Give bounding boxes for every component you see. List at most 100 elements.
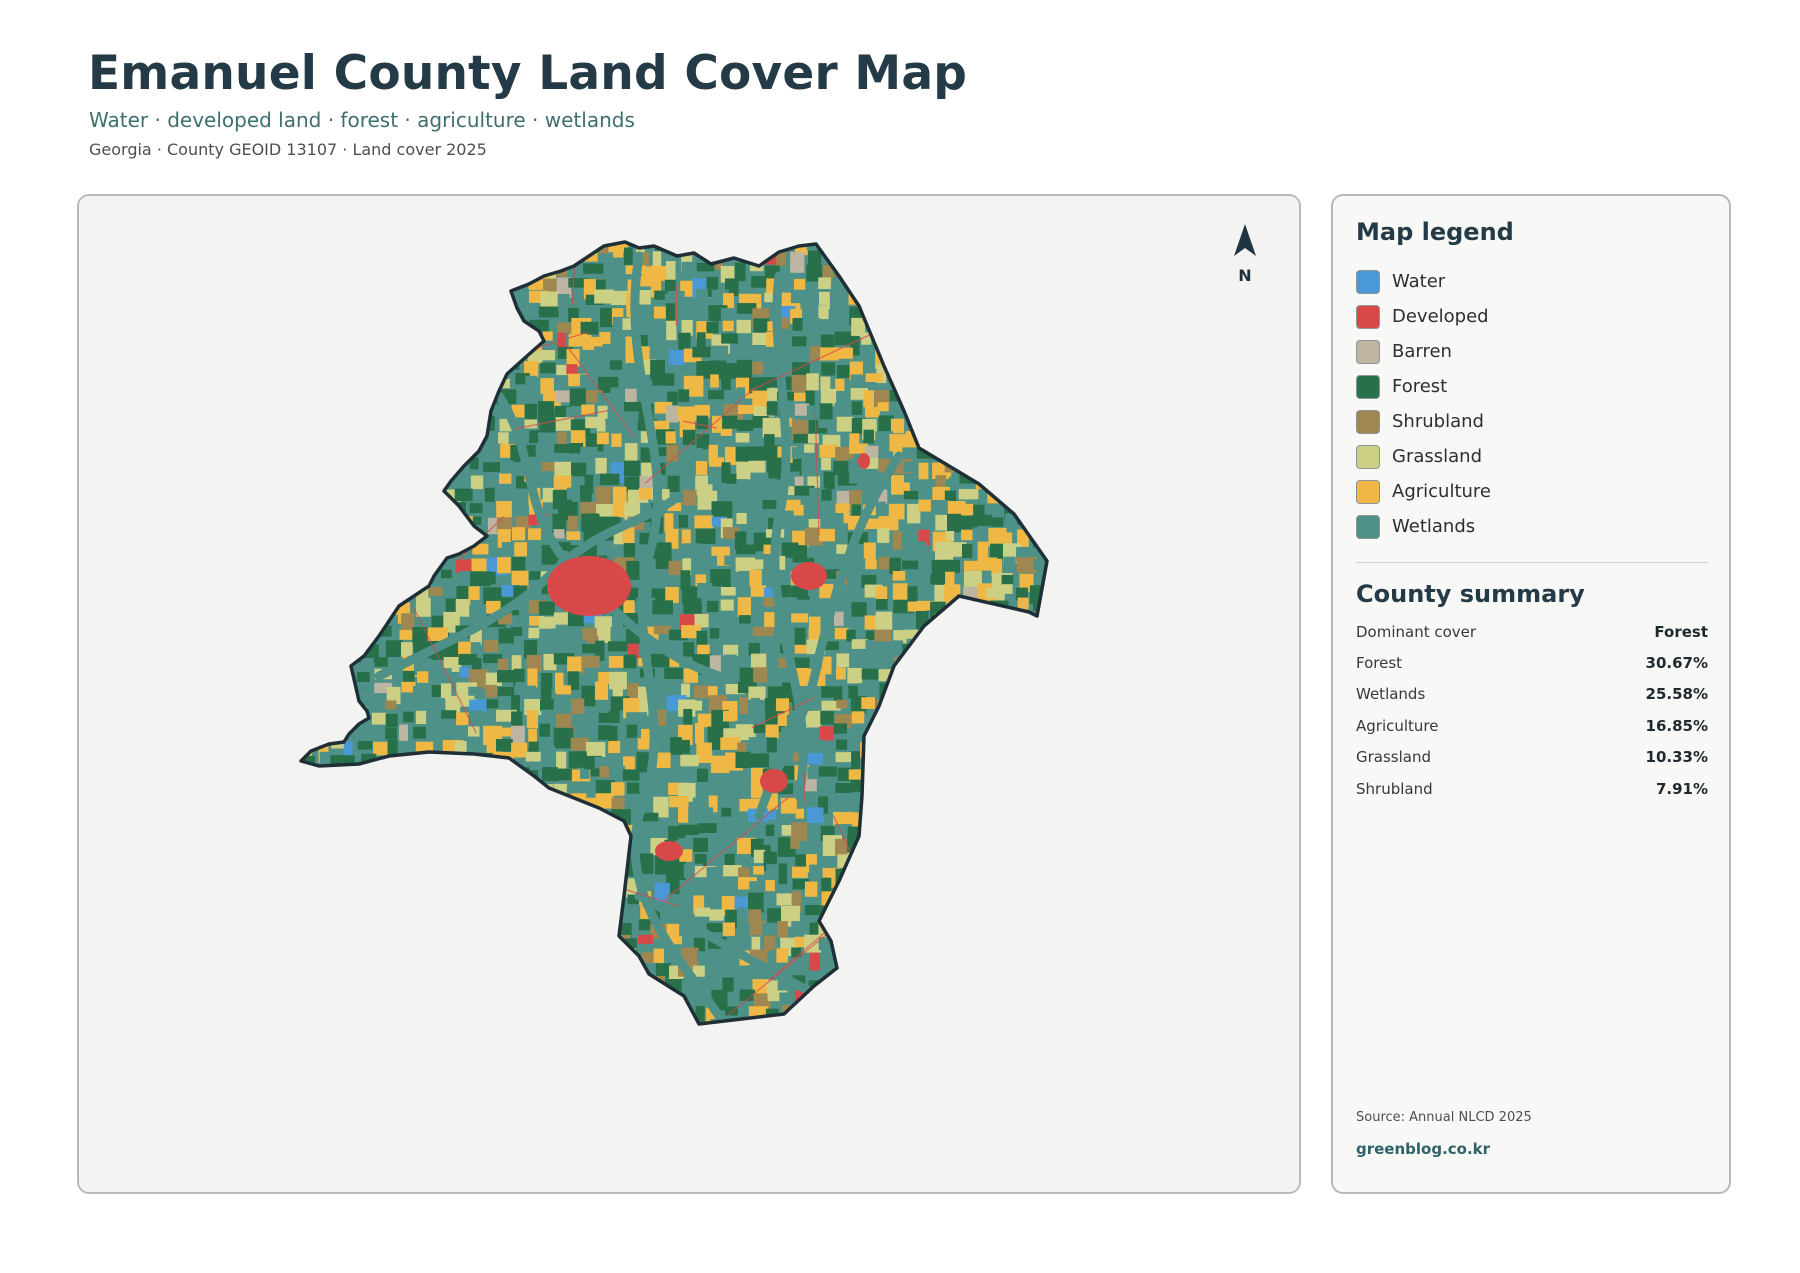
land-cover-cell (497, 670, 515, 683)
land-cover-cell (903, 490, 919, 500)
land-cover-cell (540, 681, 552, 703)
land-cover-cell (553, 695, 569, 714)
county-map[interactable] (79, 196, 1299, 1192)
land-cover-cell (849, 472, 864, 484)
land-cover-cell (762, 500, 777, 510)
land-cover-cell (861, 697, 875, 709)
land-cover-cell (599, 332, 612, 344)
land-cover-cell (1001, 575, 1014, 585)
land-cover-cell (678, 514, 688, 528)
land-cover-cell (499, 473, 512, 484)
land-cover-cell (454, 488, 473, 502)
land-cover-cell (610, 419, 624, 432)
land-cover-cell (638, 934, 653, 944)
land-cover-cell (806, 373, 819, 391)
land-cover-cell (806, 318, 821, 334)
land-cover-cell (804, 779, 817, 792)
land-cover-cell (693, 837, 708, 852)
land-cover-cell (753, 667, 768, 683)
land-cover-cell (622, 769, 640, 781)
land-cover-cell (736, 359, 753, 380)
land-cover-cell (804, 881, 818, 897)
land-cover-cell (752, 361, 764, 375)
land-cover-cell (555, 737, 573, 749)
land-cover-cell (679, 306, 689, 322)
land-cover-cell (748, 737, 770, 747)
land-cover-cell (863, 429, 874, 444)
land-cover-cell (487, 443, 502, 462)
land-cover-cell (652, 600, 673, 615)
land-cover-cell (542, 476, 555, 489)
land-cover-cell (485, 684, 498, 698)
land-cover-cell (538, 306, 559, 318)
summary-row: Forest 30.67% (1356, 647, 1708, 678)
land-cover-cell (566, 349, 580, 367)
land-cover-cell (669, 796, 689, 808)
land-cover-cell (764, 612, 775, 628)
page-title: Emanuel County Land Cover Map (88, 46, 968, 101)
land-cover-cell (681, 683, 690, 698)
land-cover-cell (736, 461, 750, 480)
land-cover-cell (962, 544, 973, 558)
summary-label: Grassland (1356, 748, 1431, 767)
land-cover-cell (903, 461, 916, 473)
land-cover-cell (875, 599, 888, 610)
land-cover-cell (861, 681, 874, 695)
land-cover-cell (557, 431, 567, 447)
land-cover-cell (766, 401, 778, 416)
land-cover-cell (766, 811, 777, 820)
land-cover-cell (526, 304, 537, 322)
land-cover-cell (902, 560, 919, 570)
land-cover-cell (557, 294, 570, 307)
land-cover-cell (683, 364, 699, 374)
land-cover-cell (874, 642, 894, 657)
land-cover-cell (738, 405, 756, 414)
land-cover-cell (539, 723, 550, 737)
land-cover-cell (836, 416, 854, 432)
panel-divider (1356, 562, 1708, 563)
land-cover-cell (613, 247, 624, 258)
land-cover-cell (710, 374, 719, 388)
land-cover-cell (696, 415, 708, 430)
land-cover-cell (708, 390, 725, 400)
land-cover-cell (626, 724, 638, 739)
land-cover-cell (682, 489, 697, 506)
land-cover-cell (735, 347, 750, 361)
land-cover-cell (636, 752, 649, 773)
land-cover-cell (750, 486, 760, 496)
land-cover-cell (556, 751, 567, 770)
land-cover-cell (748, 559, 764, 570)
land-cover-cell (542, 767, 558, 782)
site-link[interactable]: greenblog.co.kr (1356, 1140, 1490, 1158)
land-cover-cell (678, 389, 690, 402)
land-cover-cell (665, 431, 676, 444)
land-cover-cell (892, 571, 906, 581)
land-cover-cell (721, 807, 732, 817)
land-cover-cell (764, 698, 776, 713)
land-cover-cell (679, 739, 690, 754)
land-cover-cell (580, 769, 590, 779)
land-cover-cell (818, 305, 829, 320)
land-cover-cell (836, 699, 848, 709)
legend-heading: Map legend (1356, 218, 1514, 246)
land-cover-cell (459, 667, 471, 678)
land-cover-cell (806, 405, 821, 416)
land-cover-cell (819, 403, 833, 421)
land-cover-cell (468, 710, 484, 727)
land-cover-cell (972, 514, 993, 526)
land-cover-cell (750, 585, 767, 597)
land-cover-cell (833, 513, 844, 524)
land-cover-cell (748, 892, 766, 913)
land-cover-cell (594, 289, 614, 304)
land-cover-cell (683, 603, 702, 614)
map-panel[interactable] (77, 194, 1301, 1194)
land-cover-cell (878, 516, 899, 531)
land-cover-cell (739, 615, 751, 624)
land-cover-cell (820, 711, 834, 725)
land-cover-cell (720, 737, 741, 750)
summary-label: Dominant cover (1356, 622, 1477, 641)
land-cover-cell (737, 907, 747, 928)
land-cover-cell (598, 625, 613, 643)
land-cover-cell (385, 700, 397, 710)
land-cover-cell (610, 331, 628, 346)
